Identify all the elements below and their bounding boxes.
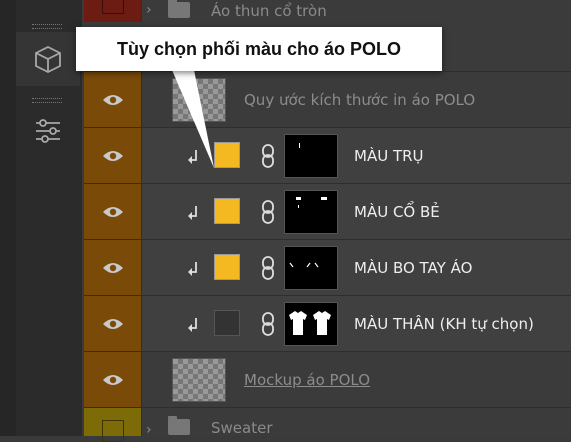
callout-label: Tùy chọn phối màu cho áo POLO <box>76 27 442 71</box>
